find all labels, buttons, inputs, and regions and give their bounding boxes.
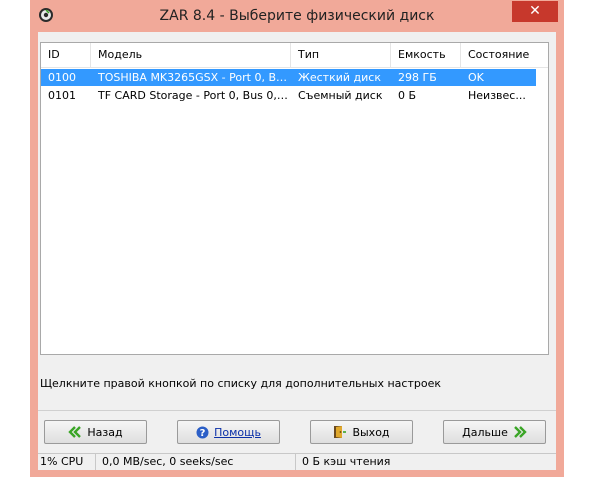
window-title: ZAR 8.4 - Выберите физический диск — [159, 8, 435, 24]
cell-capacity: 0 Б — [398, 89, 417, 102]
door-exit-icon — [333, 425, 347, 439]
cell-id: 0100 — [48, 71, 76, 84]
status-bar: 1% CPU 0,0 MB/sec, 0 seeks/sec 0 Б кэш ч… — [38, 453, 556, 470]
list-item[interactable]: 0101 TF CARD Storage - Port 0, Bus 0, Ta… — [41, 87, 536, 104]
double-chevron-right-icon — [513, 426, 527, 438]
back-button-label: Назад — [87, 425, 123, 439]
divider — [38, 410, 556, 411]
next-button[interactable]: Дальше — [443, 420, 546, 444]
status-cache: 0 Б кэш чтения — [302, 455, 391, 468]
disk-list[interactable]: ID Модель Тип Емкость Состояние 0100 TOS… — [40, 42, 549, 355]
status-cpu: 1% CPU — [38, 454, 96, 470]
next-button-label: Дальше — [462, 425, 508, 439]
help-button-label: Помощь — [214, 425, 261, 439]
cell-model: TF CARD Storage - Port 0, Bus 0, Ta... — [98, 89, 291, 102]
title-bar[interactable]: ZAR 8.4 - Выберите физический диск ✕ — [30, 0, 564, 32]
svg-text:?: ? — [200, 428, 206, 439]
close-button[interactable]: ✕ — [512, 1, 558, 22]
exit-button-label: Выход — [352, 425, 390, 439]
cell-status: Неизвес... — [468, 89, 526, 102]
client-area: ID Модель Тип Емкость Состояние 0100 TOS… — [38, 32, 556, 470]
cell-id: 0101 — [48, 89, 76, 102]
back-button[interactable]: Назад — [44, 420, 147, 444]
hint-text: Щелкните правой кнопкой по списку для до… — [40, 377, 442, 390]
column-header-status[interactable]: Состояние — [461, 43, 548, 67]
column-header-model[interactable]: Модель — [91, 43, 291, 67]
help-button[interactable]: ? Помощь — [177, 420, 280, 444]
cell-type: Съемный диск — [298, 89, 383, 102]
column-header-capacity[interactable]: Емкость — [391, 43, 461, 67]
exit-button[interactable]: Выход — [310, 420, 413, 444]
double-chevron-left-icon — [68, 426, 82, 438]
zar-window: ZAR 8.4 - Выберите физический диск ✕ ID … — [30, 0, 564, 477]
column-header-id[interactable]: ID — [41, 43, 91, 67]
help-icon: ? — [196, 426, 209, 439]
cell-capacity: 298 ГБ — [398, 71, 437, 84]
status-io: 0,0 MB/sec, 0 seeks/sec — [100, 454, 296, 470]
cell-model: TOSHIBA MK3265GSX - Port 0, Bus 0... — [98, 71, 291, 84]
cell-type: Жесткий диск — [298, 71, 381, 84]
column-header-type[interactable]: Тип — [291, 43, 391, 67]
list-header: ID Модель Тип Емкость Состояние — [41, 43, 548, 68]
list-item[interactable]: 0100 TOSHIBA MK3265GSX - Port 0, Bus 0..… — [41, 69, 536, 86]
cell-status: OK — [468, 71, 484, 84]
